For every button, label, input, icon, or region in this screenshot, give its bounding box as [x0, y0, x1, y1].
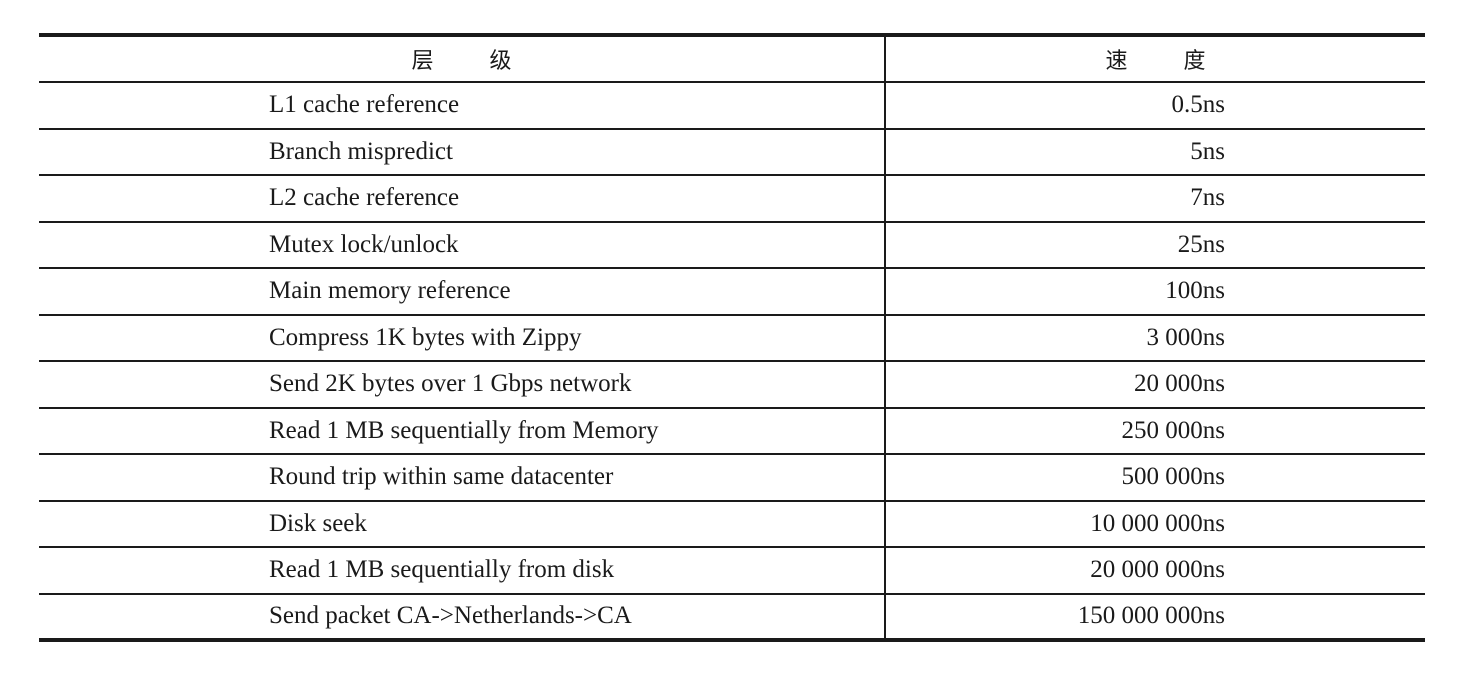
table-row: L1 cache reference 0.5ns	[39, 82, 1425, 130]
level-cell: Compress 1K bytes with Zippy	[39, 314, 886, 362]
table-header-row: 层级 速度	[39, 35, 1425, 83]
table-row: Compress 1K bytes with Zippy 3 000ns	[39, 314, 1425, 362]
level-cell: Send 2K bytes over 1 Gbps network	[39, 361, 886, 409]
table-row: Branch mispredict 5ns	[39, 128, 1425, 176]
header-char: 级	[489, 49, 512, 74]
level-cell: Read 1 MB sequentially from Memory	[39, 407, 886, 455]
speed-cell: 20 000ns	[885, 361, 1425, 409]
level-cell: L1 cache reference	[39, 82, 886, 130]
speed-cell: 5ns	[885, 128, 1425, 176]
level-cell: Main memory reference	[39, 268, 886, 316]
speed-cell: 7ns	[885, 175, 1425, 223]
table-row: Main memory reference 100ns	[39, 268, 1425, 316]
speed-cell: 100ns	[885, 268, 1425, 316]
speed-cell: 150 000 000ns	[1077, 602, 1225, 630]
level-cell: Round trip within same datacenter	[39, 454, 886, 502]
level-cell: Disk seek	[39, 500, 886, 548]
table-row: Round trip within same datacenter 500 00…	[39, 454, 1425, 502]
speed-cell: 0.5ns	[885, 82, 1425, 130]
level-cell: Branch mispredict	[39, 128, 886, 176]
level-cell: Read 1 MB sequentially from disk	[39, 547, 886, 595]
speed-cell: 20 000 000ns	[885, 547, 1425, 595]
speed-cell: 25ns	[885, 221, 1425, 269]
speed-cell: 10 000 000ns	[885, 500, 1425, 548]
table-row: Send 2K bytes over 1 Gbps network 20 000…	[39, 361, 1425, 409]
level-cell: Send packet CA->Netherlands->CA	[39, 593, 886, 640]
table-row: Read 1 MB sequentially from Memory 250 0…	[39, 407, 1425, 455]
table-row: Read 1 MB sequentially from disk 20 000 …	[39, 547, 1425, 595]
table-row: Mutex lock/unlock 25ns	[39, 221, 1425, 269]
table-row: L2 cache reference 7ns	[39, 175, 1425, 223]
table-row: Disk seek 10 000 000ns	[39, 500, 1425, 548]
level-cell: Mutex lock/unlock	[39, 221, 886, 269]
table-row: Send packet CA->Netherlands->CA 150 000 …	[39, 593, 1425, 640]
header-char: 度	[1183, 49, 1206, 74]
header-char: 层	[411, 49, 434, 74]
column-header-speed: 速度	[885, 35, 1425, 83]
level-cell: L2 cache reference	[39, 175, 886, 223]
speed-cell: 3 000ns	[885, 314, 1425, 362]
speed-cell: 500 000ns	[885, 454, 1425, 502]
latency-table-container: 层级 速度 L1 cache reference 0.5ns Branch mi…	[39, 33, 1425, 642]
column-header-level: 层级	[39, 35, 886, 83]
latency-table: 层级 速度 L1 cache reference 0.5ns Branch mi…	[39, 33, 1425, 642]
header-char: 速	[1105, 49, 1128, 74]
speed-cell: 250 000ns	[885, 407, 1425, 455]
